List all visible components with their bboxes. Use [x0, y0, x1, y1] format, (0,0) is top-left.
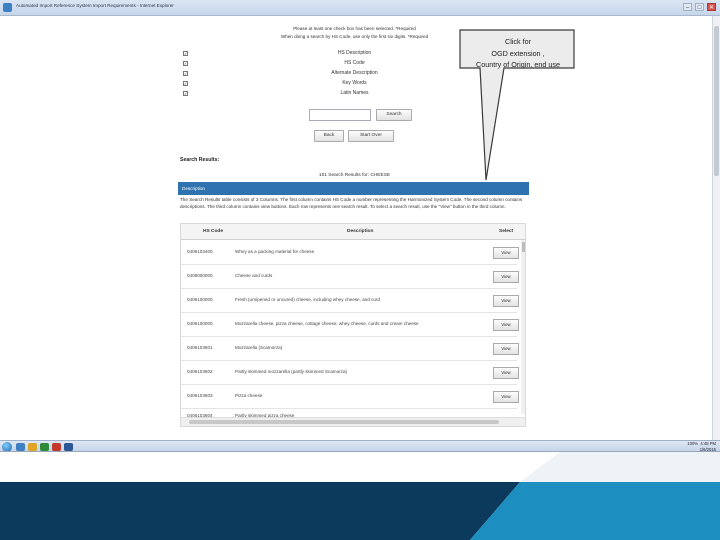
view-button[interactable]: View — [493, 295, 519, 307]
view-button[interactable]: View — [493, 247, 519, 259]
page-scrollbar[interactable] — [712, 16, 720, 440]
taskbar-clock: 100% — [687, 441, 698, 447]
maximize-button[interactable]: □ — [695, 3, 704, 11]
description-text: The Search Results table consists of 3 C… — [180, 197, 523, 209]
callout-line-1: Click for — [505, 37, 531, 46]
slide-banner — [0, 452, 720, 540]
view-button[interactable]: View — [493, 367, 519, 379]
table-row: 0406100000 Fresh (unripened or uncured) … — [181, 289, 519, 313]
banner-dark-band — [0, 482, 520, 540]
minimize-button[interactable]: – — [683, 3, 692, 11]
hs-code-cell: 0406103601 — [187, 345, 213, 350]
table-vertical-scrollbar[interactable] — [521, 240, 525, 414]
column-hs-code: HS Code — [203, 229, 223, 234]
table-row: 0406103400 Whey as a packing material fo… — [181, 241, 519, 265]
browser-window: Automated Import Reference System Import… — [0, 0, 720, 452]
table-scroll-thumb[interactable] — [522, 242, 525, 252]
view-button[interactable]: View — [493, 271, 519, 283]
description-cell: Pizza cheese — [235, 393, 263, 398]
window-controls: – □ ✕ — [683, 3, 716, 11]
description-cell: Whey as a packing material for cheese — [235, 249, 315, 254]
back-button[interactable]: Back — [314, 130, 344, 142]
description-cell: Cheese and curds — [235, 273, 273, 278]
table-hscroll-thumb[interactable] — [189, 420, 499, 424]
description-cell: Fresh (unripened or uncured) cheese, inc… — [235, 297, 381, 302]
results-table: HS Code Description Select 0406103400 Wh… — [180, 223, 526, 427]
view-button[interactable]: View — [493, 319, 519, 331]
description-cell: Mozzarella (Scamorza) — [235, 345, 283, 350]
app-taskbar-icon[interactable] — [52, 443, 61, 451]
column-description: Description — [347, 229, 374, 234]
page-viewport: Please at least one check box has been s… — [0, 16, 712, 440]
description-cell: Mozzarella cheese, pizza cheese, cottage… — [235, 321, 419, 326]
hs-code-cell: 0406100000 — [187, 297, 213, 302]
table-row: 0406000000 Cheese and curds View — [181, 265, 519, 289]
search-input[interactable] — [309, 109, 371, 121]
table-horizontal-scrollbar[interactable] — [181, 417, 525, 426]
view-button[interactable]: View — [493, 391, 519, 403]
ie-taskbar-icon[interactable] — [16, 443, 25, 451]
clock-time: 4:48 PM — [700, 441, 716, 446]
folder-taskbar-icon[interactable] — [28, 443, 37, 451]
hs-code-cell: 0406103400 — [187, 249, 213, 254]
table-row: 0406100000 Mozzarella cheese, pizza chee… — [181, 313, 519, 337]
page-scroll-thumb[interactable] — [714, 26, 719, 176]
start-over-button[interactable]: Start Over — [348, 130, 394, 142]
word-taskbar-icon[interactable] — [64, 443, 73, 451]
hs-code-cell: 0406100000 — [187, 321, 213, 326]
hs-code-cell: 0406103602 — [187, 369, 213, 374]
hs-code-cell: 0406000000 — [187, 273, 213, 278]
taskbar: 100% 4:48 PM 1/6/2015 — [0, 440, 720, 451]
start-button[interactable] — [2, 442, 12, 451]
view-button[interactable]: View — [493, 343, 519, 355]
close-button[interactable]: ✕ — [707, 3, 716, 11]
excel-taskbar-icon[interactable] — [40, 443, 49, 451]
callout-line-3: Country of Origin, end use — [476, 60, 560, 69]
table-row: 0406103602 Partly skimmed mozzarella (pa… — [181, 361, 519, 385]
table-row: 0406103603 Pizza cheese View — [181, 385, 519, 409]
table-row: 0406103601 Mozzarella (Scamorza) View — [181, 337, 519, 361]
table-header: HS Code Description Select — [181, 224, 525, 240]
results-title: Search Results: — [180, 157, 220, 163]
callout-line-2: OGD extension , — [491, 48, 545, 58]
description-cell: Partly skimmed mozzarella (partly skimme… — [235, 369, 348, 374]
zoom-level: 100% — [687, 441, 698, 446]
search-button[interactable]: Search — [376, 109, 412, 121]
hs-code-cell: 0406103603 — [187, 393, 213, 398]
window-title: Automated Import Reference System Import… — [16, 3, 174, 8]
title-bar: Automated Import Reference System Import… — [0, 0, 720, 16]
column-select: Select — [499, 229, 514, 234]
callout-text: Click for OGD extension , Country of Ori… — [460, 36, 576, 71]
internet-explorer-icon — [3, 3, 12, 12]
banner-light-band — [520, 452, 720, 482]
clock-readout: 4:48 PM 1/6/2015 — [700, 441, 716, 451]
